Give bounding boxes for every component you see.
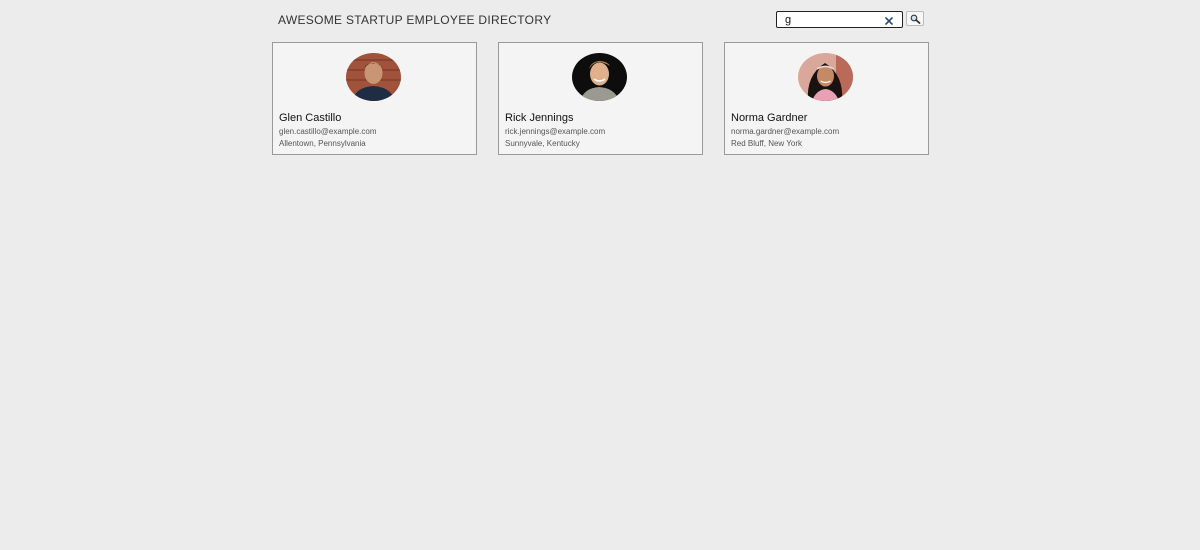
avatar <box>572 53 627 101</box>
employee-email: glen.castillo@example.com <box>279 127 377 136</box>
avatar <box>798 53 853 101</box>
employee-card[interactable]: Rick Jennings rick.jennings@example.com … <box>498 42 703 155</box>
employee-location: Red Bluff, New York <box>731 139 803 148</box>
avatar <box>346 53 401 101</box>
search-field[interactable] <box>776 11 903 28</box>
employee-email: norma.gardner@example.com <box>731 127 840 136</box>
page-title: AWESOME STARTUP EMPLOYEE DIRECTORY <box>278 13 552 27</box>
employee-name: Glen Castillo <box>279 112 342 124</box>
employee-name: Norma Gardner <box>731 112 808 124</box>
employee-location: Allentown, Pennsylvania <box>279 139 366 148</box>
search-button[interactable] <box>906 11 924 26</box>
employee-name: Rick Jennings <box>505 112 574 124</box>
employee-card[interactable]: Glen Castillo glen.castillo@example.com … <box>272 42 477 155</box>
page-header: AWESOME STARTUP EMPLOYEE DIRECTORY <box>0 0 1200 40</box>
search-input[interactable] <box>785 13 877 26</box>
employee-email: rick.jennings@example.com <box>505 127 606 136</box>
close-icon[interactable] <box>883 14 895 26</box>
employee-location: Sunnyvale, Kentucky <box>505 139 580 148</box>
employee-card[interactable]: Norma Gardner norma.gardner@example.com … <box>724 42 929 155</box>
